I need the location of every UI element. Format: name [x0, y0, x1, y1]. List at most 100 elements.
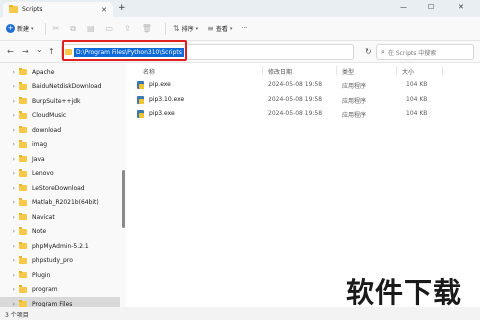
column-header-modified[interactable]: 修改日期	[268, 67, 292, 76]
chevron-right-icon[interactable]: ›	[0, 141, 19, 148]
sort-icon: ⇅	[172, 24, 180, 33]
sidebar-item[interactable]: › CloudMusic	[0, 109, 120, 124]
folder-icon	[19, 183, 27, 192]
chevron-right-icon[interactable]: ›	[0, 156, 19, 163]
file-type: 应用程序	[342, 112, 367, 119]
column-header-size[interactable]: 大小	[402, 67, 414, 76]
chevron-right-icon[interactable]: ›	[0, 127, 19, 134]
view-button[interactable]: ≡ 查看 ▾	[207, 24, 232, 33]
chevron-right-icon[interactable]: ›	[0, 228, 19, 235]
back-button[interactable]: ←	[7, 47, 14, 56]
sidebar-item[interactable]: › BaiduNetdiskDownload	[0, 80, 120, 95]
file-modified: 2024-05-08 19:58	[268, 81, 323, 88]
column-divider[interactable]	[262, 66, 263, 75]
sidebar-item[interactable]: › BurpSuite++jdk	[0, 94, 120, 109]
share-icon: ⇪	[124, 24, 131, 33]
file-row[interactable]: pip.exe 2024-05-08 19:58 应用程序 104 KB	[126, 78, 480, 92]
folder-icon	[19, 241, 27, 250]
sidebar-item-label: CloudMusic	[32, 112, 67, 120]
sidebar-item[interactable]: › Plugin	[0, 268, 120, 283]
sort-button[interactable]: ⇅ 排序 ▾	[173, 24, 198, 33]
chevron-right-icon[interactable]: ›	[0, 272, 19, 279]
sidebar-item[interactable]: › LeStoreDownload	[0, 181, 120, 196]
rename-icon: ▭	[105, 24, 114, 33]
sidebar-scrollbar[interactable]	[122, 170, 125, 228]
navigation-pane: › Apache › BaiduNetdiskDownload › BurpSuite++…	[0, 63, 126, 312]
sidebar-item[interactable]: › Matlab_R2021b(64bit)	[0, 196, 120, 211]
chevron-right-icon[interactable]: ›	[0, 243, 19, 250]
more-button[interactable]: ···	[241, 25, 247, 32]
share-button[interactable]: ⇪	[124, 24, 133, 33]
search-placeholder: 在 Scripts 中搜索	[387, 49, 437, 57]
chevron-right-icon[interactable]: ›	[0, 83, 19, 90]
chevron-right-icon[interactable]: ›	[0, 112, 19, 119]
rename-button[interactable]: ▭	[106, 24, 116, 33]
chevron-right-icon[interactable]: ›	[0, 170, 19, 177]
folder-icon	[19, 227, 27, 235]
close-button[interactable]: ✕	[458, 3, 464, 11]
refresh-button[interactable]: ↻	[365, 47, 372, 56]
sidebar-item-label: Plugin	[32, 271, 51, 279]
minimize-button[interactable]: —	[400, 3, 407, 11]
sidebar-item-label: Matlab_R2021b(64bit)	[32, 199, 99, 207]
tab-close-button[interactable]: ✕	[101, 6, 107, 14]
sidebar-item-label: BaiduNetdiskDownload	[32, 83, 102, 91]
copy-icon: ⧉	[70, 23, 76, 33]
sidebar-item[interactable]: › Navicat	[0, 210, 120, 225]
sidebar-item-label: Navicat	[32, 213, 55, 221]
column-header-type[interactable]: 类型	[342, 67, 354, 76]
file-modified: 2024-05-08 19:58	[268, 110, 323, 117]
chevron-right-icon[interactable]: ›	[0, 214, 19, 221]
sidebar-item[interactable]: › imag	[0, 138, 120, 153]
column-header-name[interactable]: 名称	[143, 67, 155, 76]
column-divider[interactable]	[442, 66, 443, 75]
tab-scripts[interactable]: Scripts ✕	[3, 2, 113, 17]
search-icon: ⌕	[381, 47, 385, 56]
paste-icon: ▤	[86, 24, 95, 33]
file-row[interactable]: pip3.10.exe 2024-05-08 19:58 应用程序 104 KB	[126, 93, 480, 107]
sidebar-item-label: download	[32, 126, 62, 134]
maximize-button[interactable]: ☐	[428, 3, 434, 11]
chevron-right-icon[interactable]: ›	[0, 257, 19, 264]
chevron-right-icon[interactable]: ›	[0, 98, 19, 105]
up-button[interactable]: ↑	[48, 47, 55, 56]
sidebar-item[interactable]: › Lenovo	[0, 167, 120, 182]
new-button[interactable]: + 新建 ▾	[6, 24, 34, 33]
sidebar-item[interactable]: › Apache	[0, 65, 120, 80]
sidebar-item-label: phpstudy_pro	[32, 257, 73, 265]
forward-button[interactable]: →	[22, 47, 29, 56]
sidebar-item-label: LeStoreDownload	[32, 184, 85, 192]
sidebar-item[interactable]: › Java	[0, 152, 120, 167]
recent-locations-button[interactable]: ⌄	[36, 45, 43, 54]
copy-button[interactable]: ⧉	[70, 24, 78, 34]
folder-icon	[19, 212, 27, 221]
cut-button[interactable]: ✂	[53, 24, 62, 33]
sidebar-item[interactable]: › download	[0, 123, 120, 138]
chevron-down-icon: ▾	[229, 25, 233, 32]
column-divider[interactable]	[336, 66, 337, 75]
folder-icon	[19, 154, 27, 163]
delete-button[interactable]: 🗑	[142, 24, 154, 33]
chevron-right-icon[interactable]: ›	[0, 286, 19, 293]
plus-icon: +	[6, 24, 15, 33]
folder-icon	[19, 169, 27, 177]
file-row[interactable]: pip3.exe 2024-05-08 19:58 应用程序 104 KB	[126, 107, 480, 121]
sidebar-item[interactable]: › Note	[0, 225, 120, 240]
address-highlight-box	[62, 40, 187, 61]
tab-title: Scripts	[22, 6, 43, 13]
chevron-right-icon[interactable]: ›	[0, 199, 19, 206]
sidebar-item-label: imag	[32, 141, 47, 149]
paste-button[interactable]: ▤	[87, 24, 97, 33]
file-modified: 2024-05-08 19:58	[268, 95, 323, 103]
chevron-right-icon[interactable]: ›	[0, 185, 19, 192]
file-type: 应用程序	[342, 97, 367, 105]
chevron-right-icon[interactable]: ›	[0, 69, 19, 76]
sidebar-item[interactable]: › phpMyAdmin-5.2.1	[0, 239, 120, 254]
sidebar-item[interactable]: › program	[0, 283, 120, 298]
file-name: pip.exe	[149, 81, 171, 88]
column-divider[interactable]	[396, 66, 397, 75]
folder-icon	[19, 285, 27, 293]
search-input[interactable]: ⌕ 在 Scripts 中搜索	[376, 44, 474, 60]
sidebar-item[interactable]: › phpstudy_pro	[0, 254, 120, 269]
new-tab-button[interactable]: +	[118, 3, 126, 13]
